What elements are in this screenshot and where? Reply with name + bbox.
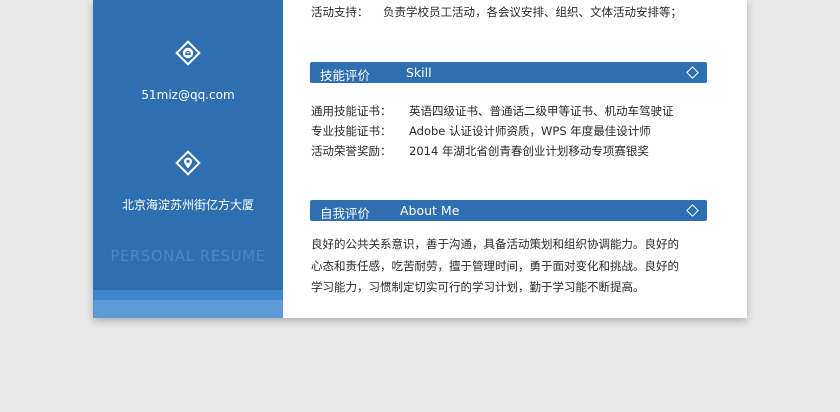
skill-row: 专业技能证书： Adobe 认证设计师资质，WPS 年度最佳设计师 [311, 123, 651, 139]
address-text: 北京海淀苏州街亿方大厦 [121, 198, 254, 212]
skill-row: 通用技能证书： 英语四级证书、普通话二级甲等证书、机动车驾驶证 [311, 103, 674, 119]
resume-sidebar: 51miz@qq.com 北京海淀苏州街亿方大厦 PERSONAL RESUME [93, 0, 283, 318]
personal-resume-watermark: PERSONAL RESUME [110, 247, 266, 265]
skill-label: 专业技能证书： [311, 124, 392, 138]
about-paragraph: 良好的公共关系意识，善于沟通，具备活动策划和组织协调能力。良好的 心态和责任感，… [311, 234, 711, 299]
about-line: 学习能力，习惯制定切实可行的学习计划，勤于学习能不断提高。 [311, 280, 645, 294]
activity-value: 负责学校员工活动，各会议安排、组织、文体活动安排等； [383, 5, 682, 19]
skill-value: Adobe 认证设计师资质，WPS 年度最佳设计师 [409, 124, 651, 138]
skill-row: 活动荣誉奖励： 2014 年湖北省创青春创业计划移动专项赛银奖 [311, 143, 649, 159]
about-line: 良好的公共关系意识，善于沟通，具备活动策划和组织协调能力。良好的 [311, 237, 679, 251]
skill-title-en: Skill [406, 65, 432, 80]
skill-label: 活动荣誉奖励： [311, 144, 392, 158]
skill-value: 英语四级证书、普通话二级甲等证书、机动车驾驶证 [409, 104, 674, 118]
resume-main: 活动支持： 负责学校员工活动，各会议安排、组织、文体活动安排等； 技能评价 Ski… [283, 0, 747, 318]
about-section-header: 自我评价 About Me [310, 200, 707, 221]
location-pin-icon [175, 150, 201, 176]
activity-label: 活动支持： [311, 5, 369, 19]
about-title-cn: 自我评价 [320, 206, 371, 221]
diamond-icon [686, 204, 699, 217]
about-line: 心态和责任感，吃苦耐劳，擅于管理时间，勇于面对变化和挑战。良好的 [311, 258, 679, 273]
skill-label: 通用技能证书： [311, 104, 392, 118]
skill-section-header: 技能评价 Skill [310, 62, 707, 83]
resume-page: 51miz@qq.com 北京海淀苏州街亿方大厦 PERSONAL RESUME… [93, 0, 747, 318]
skill-value: 2014 年湖北省创青春创业计划移动专项赛银奖 [409, 144, 649, 158]
envelope-icon [175, 40, 201, 66]
activity-row: 活动支持： 负责学校员工活动，各会议安排、组织、文体活动安排等； [311, 4, 682, 20]
sidebar-bottom-band [93, 290, 283, 318]
diamond-icon [686, 66, 699, 79]
skill-title-cn: 技能评价 [320, 68, 371, 83]
about-title-en: About Me [400, 203, 460, 218]
email-text: 51miz@qq.com [141, 88, 235, 102]
